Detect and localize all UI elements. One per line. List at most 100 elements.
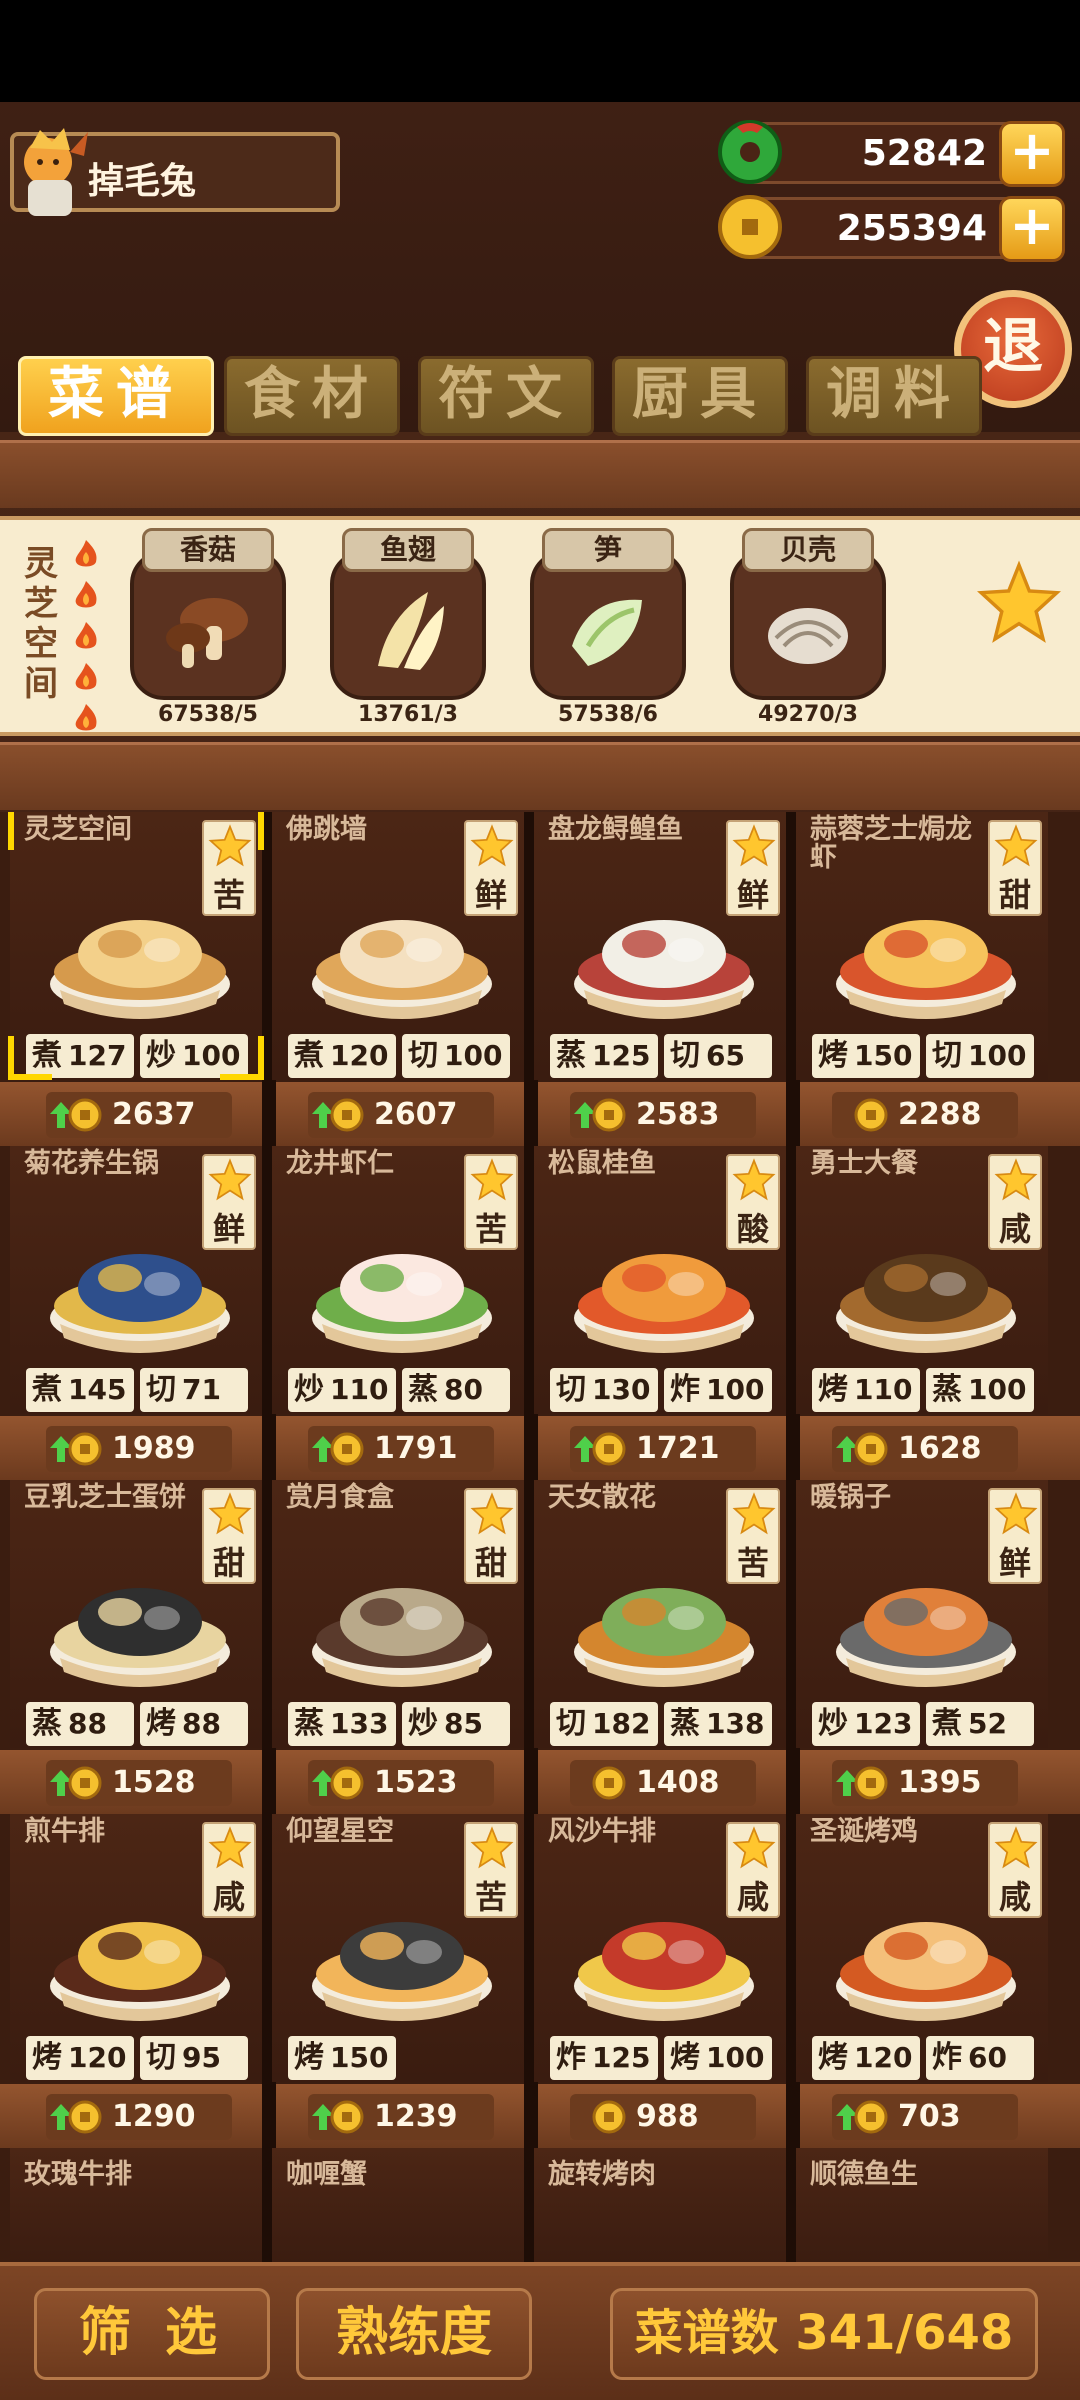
coin-icon xyxy=(854,2100,888,2134)
skill-value: 60 xyxy=(968,2041,1007,2074)
dish-price: 2637 xyxy=(46,1092,232,1138)
price-value: 1528 xyxy=(112,1765,196,1800)
tab-cookware[interactable]: 厨具 xyxy=(612,356,788,436)
flavor-badge: 苦 xyxy=(726,1488,780,1584)
flavor-label: 鲜 xyxy=(736,876,769,914)
recipe-card[interactable]: 勇士大餐咸烤 110 蒸 100 1628 xyxy=(796,1146,1048,1478)
recipe-card[interactable]: 风沙牛排咸炸 125 烤 100 988 xyxy=(534,1814,786,2146)
skill-requirement: 炒 110 xyxy=(288,1368,396,1412)
dish-name: 咖喱蟹 xyxy=(286,2159,367,2190)
dish-price: 1408 xyxy=(570,1760,756,1806)
skill-type: 煮 xyxy=(32,1372,62,1407)
skill-requirements: 炸 125 烤 100 xyxy=(550,2036,772,2080)
flavor-label: 苦 xyxy=(474,1878,507,1916)
star-icon xyxy=(208,1492,252,1535)
flame-icon xyxy=(75,704,97,731)
jade-value: 52842 xyxy=(861,133,987,174)
ingredient-slot[interactable]: 笋 57538/6 xyxy=(530,528,686,727)
dish-name: 旋转烤肉 xyxy=(548,2159,656,2190)
recipe-card[interactable]: 赏月食盒甜蒸 133 炒 85 1523 xyxy=(272,1480,524,1812)
flame-icon xyxy=(75,622,97,649)
skill-value: 110 xyxy=(330,1373,389,1406)
price-value: 1290 xyxy=(112,2099,196,2134)
price-value: 1395 xyxy=(898,1765,982,1800)
skill-type: 切 xyxy=(146,1372,176,1407)
flavor-badge: 甜 xyxy=(988,820,1042,916)
dish-name: 玫瑰牛排 xyxy=(24,2159,132,2190)
recipe-card[interactable]: 菊花养生锅鲜煮 145 切 71 1989 xyxy=(10,1146,262,1478)
ingredient-slot[interactable]: 贝壳 49270/3 xyxy=(730,528,886,727)
skill-value: 85 xyxy=(444,1707,483,1740)
flavor-label: 咸 xyxy=(998,1878,1031,1916)
tab-recipes[interactable]: 菜谱 xyxy=(18,356,214,436)
recipe-card[interactable]: 松鼠桂鱼酸切 130 炸 100 1721 xyxy=(534,1146,786,1478)
recipe-card[interactable]: 仰望星空苦烤 150 1239 xyxy=(272,1814,524,2146)
skill-value: 130 xyxy=(592,1373,651,1406)
skill-requirement: 蒸 138 xyxy=(664,1702,772,1746)
player-card[interactable]: 掉毛兔 xyxy=(10,128,340,216)
skill-type: 烤 xyxy=(294,2040,324,2075)
flavor-badge: 鲜 xyxy=(464,820,518,916)
recipe-card[interactable]: 蒜蓉芝士焗龙虾甜烤 150 切 100 2288 xyxy=(796,812,1048,1144)
price-value: 1408 xyxy=(636,1765,720,1800)
ingredient-slot[interactable]: 鱼翅 13761/3 xyxy=(330,528,486,727)
dish-name: 煎牛排 xyxy=(24,1816,105,1847)
coin-icon xyxy=(718,195,782,259)
mastery-button[interactable]: 熟练度 xyxy=(296,2288,532,2380)
recipe-card[interactable]: 天女散花苦切 182 蒸 138 1408 xyxy=(534,1480,786,1812)
skill-requirement: 烤 150 xyxy=(812,1034,920,1078)
dish-name: 暖锅子 xyxy=(810,1482,891,1513)
skill-requirement: 蒸 125 xyxy=(550,1034,658,1078)
star-icon xyxy=(732,824,776,867)
recipe-card[interactable]: 圣诞烤鸡咸烤 120 炸 60 703 xyxy=(796,1814,1048,2146)
price-value: 1628 xyxy=(898,1431,982,1466)
skill-requirements: 煮 120 切 100 xyxy=(288,1034,510,1078)
skill-value: 80 xyxy=(444,1373,483,1406)
skill-requirements: 烤 150 切 100 xyxy=(812,1034,1034,1078)
recipe-card[interactable]: 盘龙鲟鳇鱼鲜蒸 125 切 65 2583 xyxy=(534,812,786,1144)
coin-icon xyxy=(592,1766,626,1800)
skill-type: 蒸 xyxy=(408,1372,438,1407)
skill-value: 88 xyxy=(68,1707,107,1740)
skill-requirement: 切 100 xyxy=(402,1034,510,1078)
skill-requirement: 炸 60 xyxy=(926,2036,1034,2080)
add-coins-button[interactable]: + xyxy=(999,196,1065,262)
flavor-label: 甜 xyxy=(998,876,1031,914)
recipe-card[interactable]: 暖锅子鲜炒 123 煮 52 1395 xyxy=(796,1480,1048,1812)
filter-button[interactable]: 筛 选 xyxy=(34,2288,270,2380)
tab-runes[interactable]: 符文 xyxy=(418,356,594,436)
price-value: 1721 xyxy=(636,1431,720,1466)
tab-ingredients[interactable]: 食材 xyxy=(224,356,400,436)
tab-seasoning[interactable]: 调料 xyxy=(806,356,982,436)
ingredient-name: 贝壳 xyxy=(742,528,874,572)
skill-value: 123 xyxy=(854,1707,913,1740)
favorite-star-icon[interactable] xyxy=(976,560,1062,646)
skill-type: 烤 xyxy=(818,1038,848,1073)
player-name: 掉毛兔 xyxy=(88,161,197,202)
star-icon xyxy=(470,824,514,867)
skill-type: 切 xyxy=(932,1038,962,1073)
price-value: 1239 xyxy=(374,2099,458,2134)
dish-price: 1791 xyxy=(308,1426,494,1472)
recipe-card[interactable]: 煎牛排咸烤 120 切 95 1290 xyxy=(10,1814,262,2146)
recipe-card[interactable]: 佛跳墙鲜煮 120 切 100 2607 xyxy=(272,812,524,1144)
ingredient-count: 57538/6 xyxy=(558,702,658,727)
recipe-card[interactable]: 灵芝空间苦煮 127 炒 100 2637 xyxy=(10,812,262,1144)
skill-requirements: 煮 127 炒 100 xyxy=(26,1034,248,1078)
skill-requirement: 煮 120 xyxy=(288,1034,396,1078)
flavor-badge: 鲜 xyxy=(988,1488,1042,1584)
skill-value: 120 xyxy=(330,1039,389,1072)
star-icon xyxy=(470,1158,514,1201)
skill-type: 炸 xyxy=(670,1372,700,1407)
flavor-badge: 甜 xyxy=(464,1488,518,1584)
ingredient-slot[interactable]: 香菇 67538/5 xyxy=(130,528,286,727)
add-jade-button[interactable]: + xyxy=(999,121,1065,187)
fish-fin-icon xyxy=(378,592,444,670)
recipe-card[interactable]: 龙井虾仁苦炒 110 蒸 80 1791 xyxy=(272,1146,524,1478)
skill-requirements: 烤 120 炸 60 xyxy=(812,2036,1034,2080)
skill-type: 煮 xyxy=(294,1038,324,1073)
skill-type: 炸 xyxy=(556,2040,586,2075)
recipe-card[interactable]: 豆乳芝士蛋饼甜蒸 88 烤 88 1528 xyxy=(10,1480,262,1812)
jade-counter: 52842 + xyxy=(718,120,1065,187)
flavor-badge: 甜 xyxy=(202,1488,256,1584)
